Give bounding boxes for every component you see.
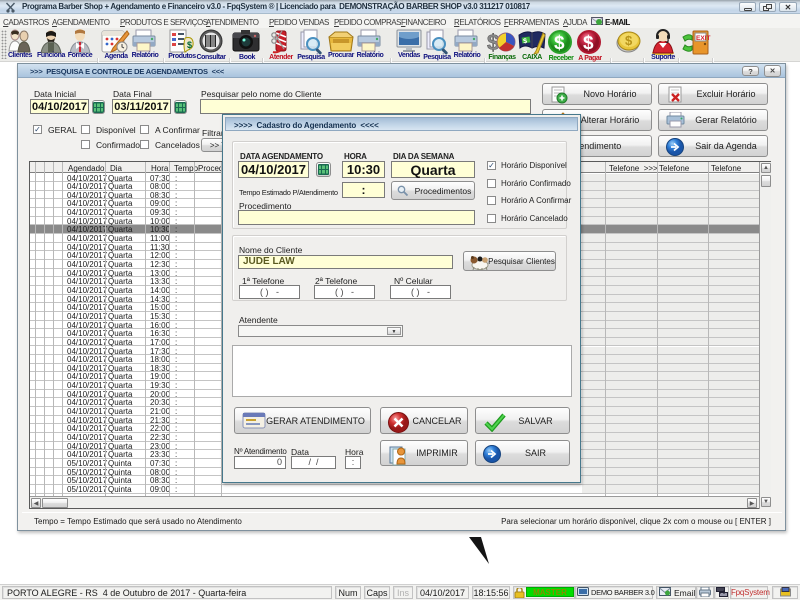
svg-text:EXIT: EXIT <box>696 35 710 42</box>
svg-text:$: $ <box>554 33 565 54</box>
svg-text:$: $ <box>625 33 633 48</box>
svg-text:$: $ <box>187 40 192 50</box>
svg-text:$: $ <box>583 33 594 54</box>
